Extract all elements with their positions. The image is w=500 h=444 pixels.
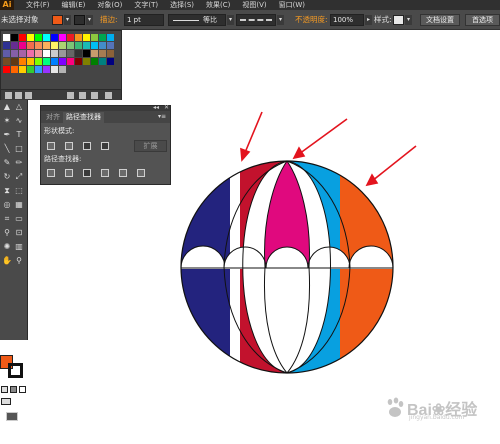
watermark-url: jingyan.baidu.com xyxy=(409,414,465,421)
arrow-middle-head xyxy=(292,146,306,160)
arrow-right-head xyxy=(365,173,379,187)
arrow-right-line xyxy=(371,145,417,182)
stripe-white[interactable] xyxy=(264,267,310,373)
scallop-2 xyxy=(223,246,267,269)
illustrator-window: Ai 文件(F) 编辑(E) 对象(O) 文字(T) 选择(S) 效果(C) 视… xyxy=(0,0,500,444)
arrow-left-head xyxy=(240,147,251,162)
paw-logo-icon xyxy=(387,397,404,417)
artboard-canvas xyxy=(170,111,420,390)
arrow-middle-line xyxy=(298,118,348,155)
arrow-left-line xyxy=(243,111,263,156)
stripe-navy[interactable] xyxy=(170,150,230,390)
watermark: Bai❀经验 jingyan.baidu.com xyxy=(385,395,495,425)
striped-ball[interactable] xyxy=(170,150,420,390)
